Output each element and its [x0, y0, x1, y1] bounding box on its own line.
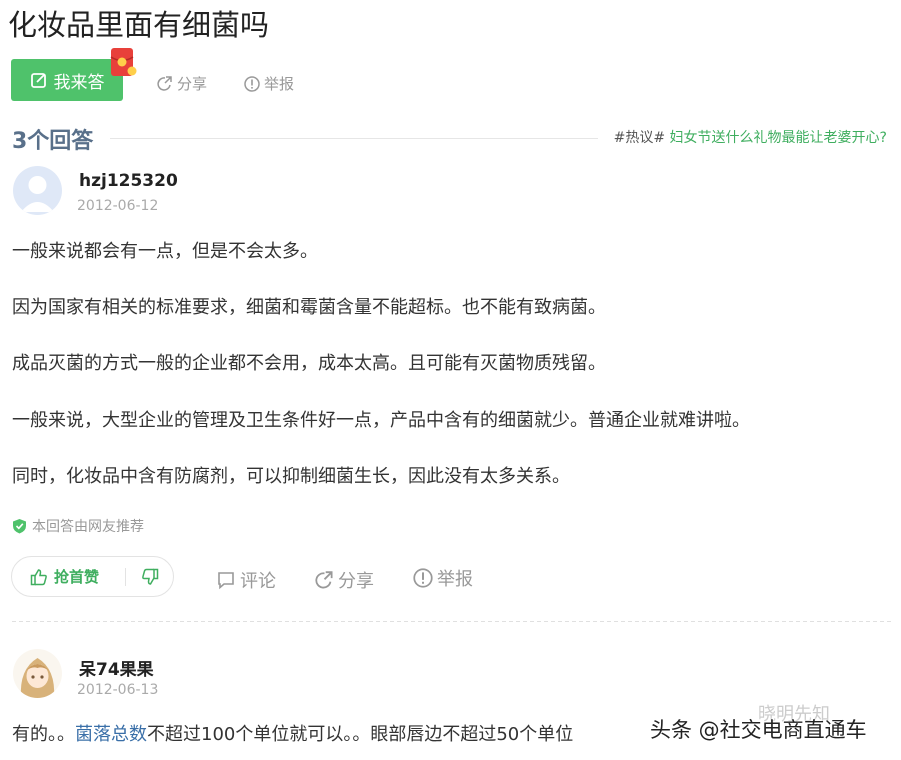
- answer2-text-before: 有的。。: [12, 724, 75, 745]
- report-action[interactable]: 举报: [244, 73, 294, 94]
- vote-box: 抢首赞: [11, 556, 174, 597]
- answer2-username[interactable]: 呆74果果: [79, 655, 154, 680]
- answer-button-label: 我来答: [53, 72, 105, 93]
- answer1-paragraph: 一般来说都会有一点，但是不会太多。: [12, 241, 318, 262]
- watermark: 头条 @社交电商直通车: [650, 718, 867, 742]
- comment-label: 评论: [240, 571, 276, 592]
- question-title: 化妆品里面有细菌吗: [8, 8, 270, 42]
- comment-icon: [218, 572, 234, 590]
- recommend-note: 本回答由网友推荐: [12, 516, 144, 536]
- answer2-date: 2012-06-13: [77, 682, 159, 698]
- report-action-answer[interactable]: 举报: [413, 565, 473, 591]
- report-icon: [244, 75, 260, 92]
- answer1-paragraph: 同时，化妆品中含有防腐剂，可以抑制细菌生长，因此没有太多关系。: [12, 466, 570, 487]
- answer-separator: [12, 621, 891, 622]
- share-label: 分享: [338, 571, 374, 592]
- share-label: 分享: [177, 75, 208, 93]
- like-label: 抢首赞: [54, 568, 100, 586]
- red-packet-icon[interactable]: [110, 47, 137, 79]
- thumb-up-icon: [30, 568, 47, 585]
- report-icon: [413, 568, 433, 588]
- divider: [110, 138, 598, 139]
- share-action[interactable]: 分享: [157, 73, 207, 94]
- report-label: 举报: [437, 569, 473, 590]
- answer-count: 3个回答: [12, 129, 94, 154]
- thumb-down-icon: [141, 568, 158, 585]
- answer1-date: 2012-06-12: [77, 198, 159, 214]
- anime-avatar-icon: [13, 649, 62, 698]
- share-icon: [315, 570, 333, 588]
- answer1-paragraph: 成品灭菌的方式一般的企业都不会用，成本太高。且可能有灭菌物质残留。: [12, 353, 606, 374]
- shield-check-icon: [13, 519, 26, 534]
- comment-action[interactable]: 评论: [216, 567, 276, 593]
- avatar[interactable]: [13, 166, 62, 215]
- answer2-text: 有的。。菌落总数不超过100个单位就可以。。眼部唇边不超过50个单位: [12, 720, 573, 746]
- answer1-paragraph: 一般来说，大型企业的管理及卫生条件好一点，产品中含有的细菌就少。普通企业就难讲啦…: [12, 410, 750, 431]
- answer1-paragraph: 因为国家有相关的标准要求，细菌和霉菌含量不能超标。也不能有致病菌。: [12, 297, 606, 318]
- like-button[interactable]: 抢首赞: [12, 566, 125, 587]
- default-avatar-icon: [13, 166, 62, 215]
- edit-icon: [30, 73, 46, 88]
- avatar[interactable]: [13, 649, 62, 698]
- answer2-text-after: 不超过100个单位就可以。。眼部唇边不超过50个单位: [147, 724, 574, 745]
- hot-link[interactable]: 妇女节送什么礼物最能让老婆开心?: [670, 130, 887, 146]
- answer-button[interactable]: 我来答: [11, 59, 123, 101]
- answer1-username[interactable]: hzj125320: [79, 171, 178, 191]
- recommend-label: 本回答由网友推荐: [32, 519, 144, 535]
- hot-topic[interactable]: #热议# 妇女节送什么礼物最能让老婆开心?: [614, 127, 887, 147]
- share-action-answer[interactable]: 分享: [315, 567, 374, 593]
- share-icon: [157, 75, 172, 91]
- dislike-button[interactable]: [126, 568, 173, 586]
- hot-tag: #热议#: [613, 130, 666, 146]
- report-label: 举报: [264, 75, 295, 93]
- keyword-link[interactable]: 菌落总数: [75, 724, 147, 745]
